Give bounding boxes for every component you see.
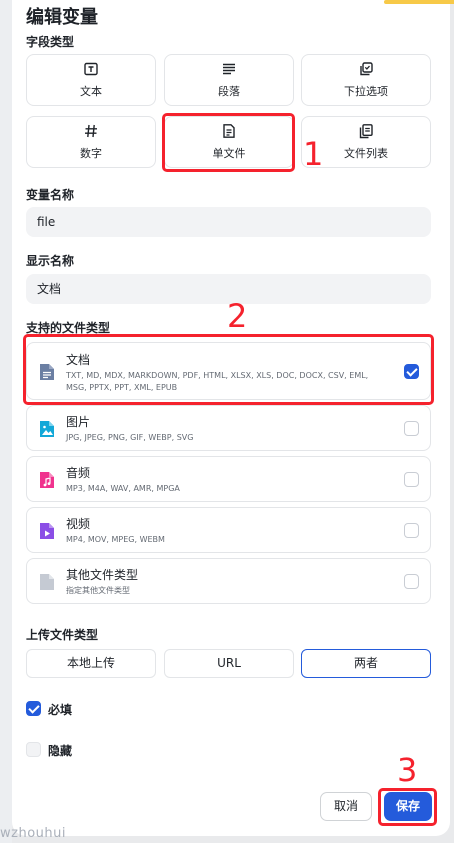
file-list-icon xyxy=(359,124,373,139)
paragraph-icon xyxy=(223,63,235,75)
field-type-select[interactable]: 下拉选项 xyxy=(301,54,431,106)
annotation-box-document xyxy=(23,334,434,405)
field-type-text[interactable]: 文本 xyxy=(26,54,156,106)
hash-icon xyxy=(85,124,97,138)
field-type-label: 字段类型 xyxy=(26,35,75,49)
watermark: wzhouhui xyxy=(0,826,66,841)
upload-both-button[interactable]: 两者 xyxy=(301,649,431,678)
field-type-label-file-list: 文件列表 xyxy=(344,147,388,160)
file-type-audio-desc: MP3, M4A, WAV, AMR, MPGA xyxy=(66,484,180,493)
cancel-button[interactable]: 取消 xyxy=(320,792,372,821)
file-type-other-checkbox[interactable] xyxy=(404,574,419,589)
file-type-video-checkbox[interactable] xyxy=(404,523,419,538)
field-type-label-paragraph: 段落 xyxy=(218,85,240,98)
field-type-label-number: 数字 xyxy=(80,147,102,160)
file-type-image-row[interactable]: 图片 JPG, JPEG, PNG, GIF, WEBP, SVG xyxy=(26,405,431,451)
file-type-audio-name: 音频 xyxy=(66,466,91,480)
field-type-number[interactable]: 数字 xyxy=(26,116,156,168)
variable-name-label: 变量名称 xyxy=(26,188,75,202)
file-type-audio-row[interactable]: 音频 MP3, M4A, WAV, AMR, MPGA xyxy=(26,456,431,502)
file-type-audio-checkbox[interactable] xyxy=(404,472,419,487)
file-type-other-desc: 指定其他文件类型 xyxy=(66,586,130,595)
hidden-label: 隐藏 xyxy=(48,744,73,758)
file-type-image-desc: JPG, JPEG, PNG, GIF, WEBP, SVG xyxy=(66,433,194,442)
dialog-title: 编辑变量 xyxy=(26,7,98,28)
file-type-video-desc: MP4, MOV, MPEG, WEBM xyxy=(66,535,165,544)
variable-name-input[interactable]: file xyxy=(26,207,431,237)
annotation-number-2: 2 xyxy=(227,297,248,335)
field-type-label-text: 文本 xyxy=(80,85,102,98)
image-file-icon xyxy=(40,421,54,437)
upload-url-button[interactable]: URL xyxy=(164,649,294,678)
field-type-paragraph[interactable]: 段落 xyxy=(164,54,294,106)
file-type-other-row[interactable]: 其他文件类型 指定其他文件类型 xyxy=(26,558,431,604)
annotation-box-single-file xyxy=(162,113,295,172)
display-name-label: 显示名称 xyxy=(26,254,75,268)
annotation-box-save xyxy=(378,788,437,826)
file-type-image-name: 图片 xyxy=(66,415,91,429)
upload-local-button[interactable]: 本地上传 xyxy=(26,649,156,678)
text-box-icon xyxy=(84,62,98,76)
other-file-icon xyxy=(40,574,54,590)
annotation-number-1: 1 xyxy=(303,135,324,173)
file-type-video-row[interactable]: 视频 MP4, MOV, MPEG, WEBM xyxy=(26,507,431,553)
required-checkbox[interactable] xyxy=(26,701,41,716)
hidden-checkbox[interactable] xyxy=(26,742,41,757)
file-type-video-name: 视频 xyxy=(66,517,91,531)
video-file-icon xyxy=(40,523,54,539)
audio-file-icon xyxy=(40,472,54,488)
field-type-label-select: 下拉选项 xyxy=(344,85,388,98)
file-type-other-name: 其他文件类型 xyxy=(66,568,139,582)
annotation-number-3: 3 xyxy=(397,751,418,789)
file-type-image-checkbox[interactable] xyxy=(404,421,419,436)
upload-type-label: 上传文件类型 xyxy=(26,628,99,642)
background-edge xyxy=(0,0,12,843)
select-icon xyxy=(360,62,373,76)
accent-bar xyxy=(384,0,454,4)
required-label: 必填 xyxy=(48,703,73,717)
